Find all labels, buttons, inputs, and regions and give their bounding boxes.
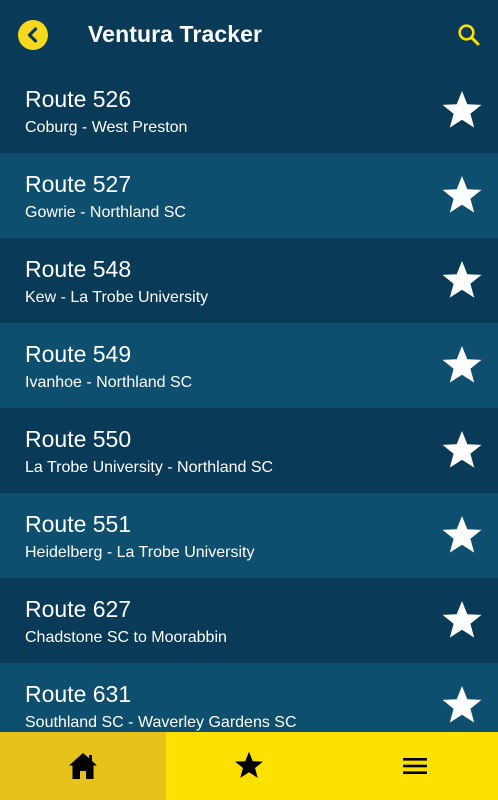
route-name: Route 548 bbox=[25, 256, 132, 282]
route-list: Route 526 Coburg - West Preston Route 52… bbox=[0, 68, 498, 732]
star-icon[interactable] bbox=[440, 259, 484, 303]
nav-home-button[interactable] bbox=[0, 732, 166, 800]
route-row[interactable]: Route 549 Ivanhoe - Northland SC bbox=[0, 323, 498, 408]
route-row[interactable]: Route 526 Coburg - West Preston bbox=[0, 68, 498, 153]
route-description: Heidelberg - La Trobe University bbox=[25, 544, 255, 561]
route-row[interactable]: Route 550 La Trobe University - Northlan… bbox=[0, 408, 498, 493]
route-name: Route 550 bbox=[25, 426, 132, 452]
route-row[interactable]: Route 551 Heidelberg - La Trobe Universi… bbox=[0, 493, 498, 578]
app-bar: Ventura Tracker bbox=[0, 0, 498, 68]
nav-menu-button[interactable] bbox=[332, 732, 498, 800]
route-name: Route 627 bbox=[25, 596, 132, 622]
route-description: Coburg - West Preston bbox=[25, 119, 188, 136]
star-icon bbox=[235, 751, 263, 778]
route-description: Southland SC - Waverley Gardens SC bbox=[25, 714, 297, 731]
route-name: Route 549 bbox=[25, 341, 132, 367]
app-title: Ventura Tracker bbox=[88, 21, 263, 47]
route-description: La Trobe University - Northland SC bbox=[25, 459, 274, 476]
star-icon[interactable] bbox=[440, 429, 484, 473]
route-description: Kew - La Trobe University bbox=[25, 289, 209, 306]
star-icon[interactable] bbox=[440, 344, 484, 388]
route-row[interactable]: Route 527 Gowrie - Northland SC bbox=[0, 153, 498, 238]
star-icon[interactable] bbox=[440, 684, 484, 728]
star-icon[interactable] bbox=[440, 514, 484, 558]
route-name: Route 631 bbox=[25, 681, 132, 707]
route-name: Route 551 bbox=[25, 511, 132, 537]
search-icon bbox=[458, 24, 480, 46]
back-button[interactable] bbox=[18, 20, 48, 50]
route-description: Chadstone SC to Moorabbin bbox=[25, 629, 227, 646]
route-row[interactable]: Route 548 Kew - La Trobe University bbox=[0, 238, 498, 323]
route-row[interactable]: Route 627 Chadstone SC to Moorabbin bbox=[0, 578, 498, 663]
route-description: Ivanhoe - Northland SC bbox=[25, 374, 193, 391]
search-button[interactable] bbox=[456, 22, 482, 48]
nav-favourites-button[interactable] bbox=[166, 732, 332, 800]
home-icon bbox=[69, 753, 97, 779]
star-icon[interactable] bbox=[440, 599, 484, 643]
route-description: Gowrie - Northland SC bbox=[25, 204, 186, 221]
star-icon[interactable] bbox=[440, 89, 484, 133]
route-name: Route 527 bbox=[25, 171, 132, 197]
route-name: Route 526 bbox=[25, 86, 132, 112]
route-row[interactable]: Route 631 Southland SC - Waverley Garden… bbox=[0, 663, 498, 732]
bottom-nav bbox=[0, 732, 498, 800]
star-icon[interactable] bbox=[440, 174, 484, 218]
chevron-left-icon bbox=[27, 27, 38, 43]
menu-icon bbox=[403, 758, 427, 774]
